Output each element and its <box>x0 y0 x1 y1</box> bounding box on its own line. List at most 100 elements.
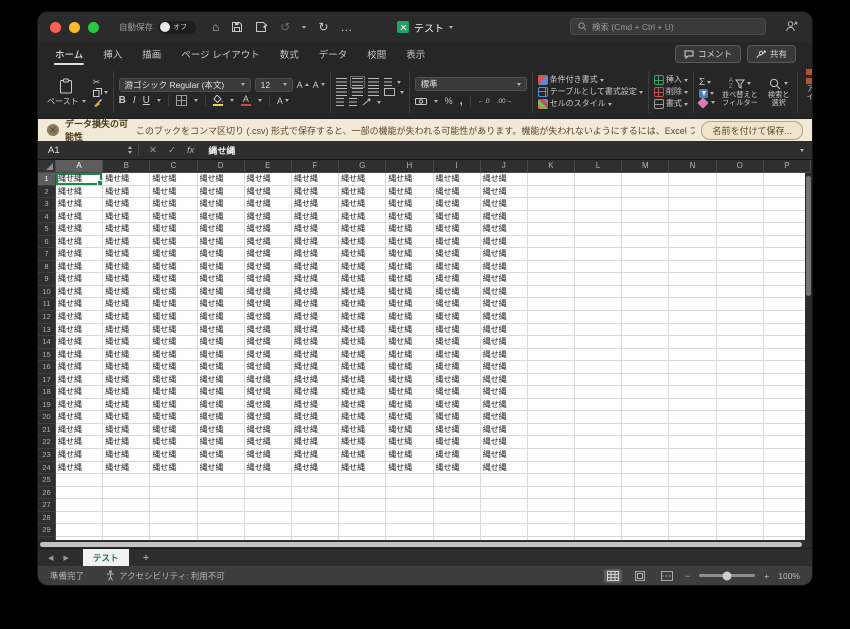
cell-J2[interactable]: 縄せ縄 <box>480 185 528 199</box>
cell-J19[interactable]: 縄せ縄 <box>480 398 528 412</box>
autosave-toggle[interactable]: オフ <box>158 20 197 34</box>
cell-J16[interactable]: 縄せ縄 <box>480 361 528 374</box>
column-header-O[interactable]: O <box>716 160 764 173</box>
cell-G22[interactable]: 縄せ縄 <box>339 436 387 450</box>
merge-chevron-icon[interactable] <box>399 90 404 94</box>
column-header-K[interactable]: K <box>527 160 576 173</box>
tab-page-layout[interactable]: ページ レイアウト <box>180 42 260 67</box>
cell-J8[interactable]: 縄せ縄 <box>480 260 528 274</box>
cell-I24[interactable]: 縄せ縄 <box>433 461 481 475</box>
cell-M12[interactable] <box>622 311 670 324</box>
cell-E6[interactable]: 縄せ縄 <box>244 235 292 249</box>
cell-B3[interactable]: 縄せ縄 <box>103 198 151 211</box>
more-commands-icon[interactable]: … <box>340 20 352 34</box>
column-header-E[interactable]: E <box>244 160 292 173</box>
add-sheet-button[interactable]: + <box>143 552 149 564</box>
cell-I26[interactable] <box>433 486 481 500</box>
cell-P15[interactable] <box>763 348 811 362</box>
cell-M14[interactable] <box>622 336 670 349</box>
cell-F6[interactable]: 縄せ縄 <box>291 235 340 249</box>
cell-O29[interactable] <box>716 524 764 537</box>
cell-B10[interactable]: 縄せ縄 <box>103 285 151 299</box>
cell-B25[interactable] <box>103 474 151 487</box>
cell-I8[interactable]: 縄せ縄 <box>433 260 481 274</box>
cell-O5[interactable] <box>716 223 764 236</box>
row-header-10[interactable]: 10 <box>38 285 56 299</box>
row-header-11[interactable]: 11 <box>38 298 56 312</box>
redo-icon[interactable]: ↻ <box>318 20 328 34</box>
cell-D7[interactable]: 縄せ縄 <box>197 248 245 261</box>
cell-C21[interactable]: 縄せ縄 <box>150 423 198 437</box>
cell-L22[interactable] <box>575 436 623 450</box>
cell-O23[interactable] <box>716 449 764 462</box>
cell-A6[interactable]: 縄せ縄 <box>56 235 104 249</box>
row-header-29[interactable]: 29 <box>38 524 56 537</box>
tab-formulas[interactable]: 数式 <box>279 42 300 67</box>
cell-C25[interactable] <box>150 474 198 487</box>
cell-N7[interactable] <box>669 248 717 261</box>
cell-J26[interactable] <box>480 486 528 500</box>
minimize-button[interactable] <box>69 21 80 33</box>
cell-B18[interactable]: 縄せ縄 <box>103 386 151 399</box>
cell-A12[interactable]: 縄せ縄 <box>56 311 104 324</box>
cell-L5[interactable] <box>575 223 623 236</box>
cell-O3[interactable] <box>716 198 764 211</box>
cell-E25[interactable] <box>244 474 292 487</box>
cell-H13[interactable]: 縄せ縄 <box>386 323 434 337</box>
cell-L13[interactable] <box>575 323 623 337</box>
cell-M23[interactable] <box>622 449 670 462</box>
cell-H10[interactable]: 縄せ縄 <box>386 285 434 299</box>
cell-O20[interactable] <box>716 411 764 424</box>
font-color-chevron-icon[interactable] <box>257 99 262 102</box>
cell-C3[interactable]: 縄せ縄 <box>150 198 198 211</box>
autosave-control[interactable]: 自動保存 オフ <box>119 20 197 34</box>
vertical-scrollbar-thumb[interactable] <box>806 176 811 296</box>
cell-I6[interactable]: 縄せ縄 <box>433 235 481 249</box>
tab-review[interactable]: 校閲 <box>366 42 387 67</box>
cell-M20[interactable] <box>622 411 670 424</box>
row-header-13[interactable]: 13 <box>38 323 56 337</box>
format-cells-button[interactable]: 書式 <box>653 99 688 109</box>
column-header-J[interactable]: J <box>480 160 528 173</box>
cell-N20[interactable] <box>669 411 717 424</box>
cell-L17[interactable] <box>575 373 623 387</box>
cell-L14[interactable] <box>575 336 623 349</box>
decrease-indent-button[interactable] <box>335 98 344 106</box>
zoom-slider-knob[interactable] <box>722 571 732 580</box>
cell-N24[interactable] <box>669 461 717 475</box>
cell-B13[interactable]: 縄せ縄 <box>103 323 151 337</box>
cell-M15[interactable] <box>622 348 670 362</box>
cell-M17[interactable] <box>622 373 670 387</box>
cell-N19[interactable] <box>669 398 717 412</box>
cell-D19[interactable]: 縄せ縄 <box>197 398 245 412</box>
cell-J22[interactable]: 縄せ縄 <box>480 436 528 450</box>
cell-E22[interactable]: 縄せ縄 <box>244 436 292 450</box>
cell-I21[interactable]: 縄せ縄 <box>433 423 481 437</box>
cell-B9[interactable]: 縄せ縄 <box>103 273 151 286</box>
normal-view-button[interactable] <box>604 568 623 583</box>
cell-A17[interactable]: 縄せ縄 <box>56 373 104 387</box>
cell-L1[interactable] <box>575 173 623 186</box>
cell-E24[interactable]: 縄せ縄 <box>244 461 292 475</box>
cell-A22[interactable]: 縄せ縄 <box>56 436 104 450</box>
cell-E12[interactable]: 縄せ縄 <box>244 311 292 324</box>
close-button[interactable] <box>50 21 61 33</box>
cell-A26[interactable] <box>56 486 104 500</box>
cell-E27[interactable] <box>244 499 292 512</box>
cell-K11[interactable] <box>527 298 576 312</box>
cell-J14[interactable]: 縄せ縄 <box>480 336 528 349</box>
cell-P5[interactable] <box>763 223 811 236</box>
cell-P17[interactable] <box>763 373 811 387</box>
cell-I17[interactable]: 縄せ縄 <box>433 373 481 387</box>
cell-O24[interactable] <box>716 461 764 475</box>
cell-D6[interactable]: 縄せ縄 <box>197 235 245 249</box>
align-right-button[interactable] <box>367 88 379 96</box>
confirm-entry-icon[interactable]: ✓ <box>168 145 176 156</box>
cell-E5[interactable]: 縄せ縄 <box>244 223 292 236</box>
cell-C24[interactable]: 縄せ縄 <box>150 461 198 475</box>
cell-L26[interactable] <box>575 486 623 500</box>
sheet-tab-active[interactable]: テスト <box>82 549 129 566</box>
number-format-select[interactable]: 標準 <box>414 77 527 91</box>
cell-F9[interactable]: 縄せ縄 <box>291 273 340 286</box>
cell-D14[interactable]: 縄せ縄 <box>197 336 245 349</box>
